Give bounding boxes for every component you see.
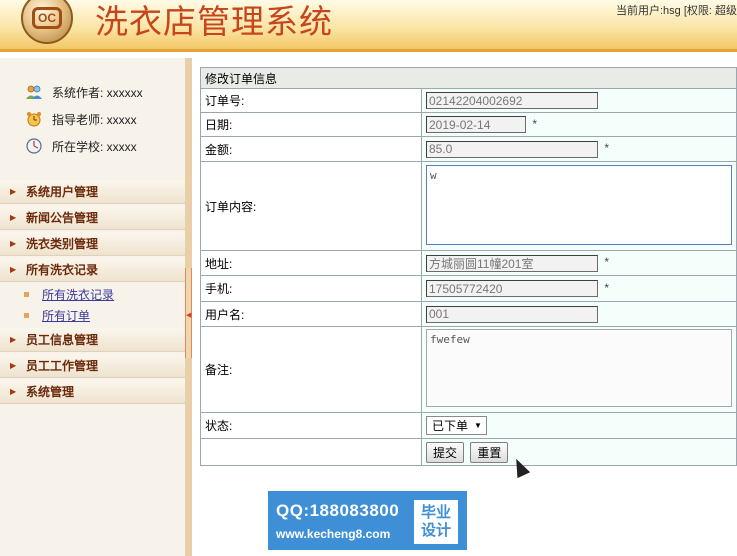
user-group-icon: [25, 83, 43, 101]
date-label: 日期:: [200, 112, 422, 137]
menu-arrow-icon: ▶: [10, 387, 17, 396]
app-title: 洗衣店管理系统: [95, 2, 333, 41]
menu-news[interactable]: ▶ 新闻公告管理: [0, 206, 185, 230]
remark-label: 备注:: [200, 326, 422, 413]
phone-input[interactable]: [426, 280, 598, 297]
menu-label: 所有洗衣记录: [26, 263, 99, 277]
username-input[interactable]: [426, 305, 598, 323]
current-user-info: 当前用户:hsg [权限: 超级: [615, 5, 737, 17]
menu-laundry-records[interactable]: ▶ 所有洗衣记录: [0, 258, 185, 282]
school-label: 所在学校: xxxxx: [52, 139, 137, 154]
author-info: 系统作者: xxxxxx: [25, 82, 143, 102]
menu-arrow-icon: ▶: [10, 265, 17, 274]
teacher-info: 指导老师: xxxxx: [25, 109, 137, 129]
order-no-cell: [421, 88, 737, 113]
bullet-icon: [24, 312, 29, 318]
watermark-badge: 毕业 设计: [414, 500, 458, 544]
menu-label: 新闻公告管理: [26, 211, 99, 225]
amount-input[interactable]: [426, 140, 598, 158]
menu-label: 员工信息管理: [26, 333, 99, 347]
form-caption: 修改订单信息: [200, 67, 737, 89]
menu-label: 系统管理: [26, 385, 75, 399]
watermark: QQ:188083800 www.kecheng8.com 毕业 设计: [268, 491, 467, 550]
phone-cell: *: [421, 275, 737, 302]
status-select[interactable]: 已下单 ▼: [426, 416, 487, 435]
submenu-all-orders[interactable]: 所有订单: [24, 305, 90, 325]
order-no-label: 订单号:: [200, 88, 422, 113]
watermark-qq: QQ:188083800: [276, 501, 400, 520]
alarm-clock-icon: [25, 110, 43, 128]
status-selected-value: 已下单: [432, 419, 469, 433]
teacher-label: 指导老师: xxxxx: [52, 112, 137, 127]
status-label: 状态:: [200, 412, 422, 439]
actions-cell: 提交 重置: [421, 438, 737, 466]
menu-arrow-icon: ▶: [10, 213, 17, 222]
remark-textarea[interactable]: fwefew: [426, 329, 732, 407]
submenu-link[interactable]: 所有洗衣记录: [42, 286, 114, 303]
date-cell: *: [421, 112, 737, 137]
menu-arrow-icon: ▶: [10, 361, 17, 370]
content-cell: w: [421, 161, 737, 251]
edit-order-form: 修改订单信息 订单号: 日期: * 金额: * 订单内容: w 地址: *: [200, 67, 737, 466]
required-mark: *: [604, 280, 610, 295]
amount-cell: *: [421, 136, 737, 162]
submenu-link[interactable]: 所有订单: [42, 307, 90, 324]
menu-arrow-icon: ▶: [10, 335, 17, 344]
school-info: 所在学校: xxxxx: [25, 136, 137, 156]
menu-arrow-icon: ▶: [10, 187, 17, 196]
menu-system-management[interactable]: ▶ 系统管理: [0, 380, 185, 404]
amount-label: 金额:: [200, 136, 422, 162]
required-mark: *: [604, 141, 610, 156]
watermark-badge-line1: 毕业: [420, 504, 451, 521]
menu-employee-work[interactable]: ▶ 员工工作管理: [0, 354, 185, 378]
menu-label: 系统用户管理: [26, 185, 99, 199]
status-cell: 已下单 ▼: [421, 412, 737, 439]
submit-button[interactable]: 提交: [426, 441, 465, 463]
actions-label-cell: [200, 438, 422, 466]
date-input[interactable]: [426, 116, 526, 133]
phone-label: 手机:: [200, 275, 422, 302]
header-banner: OC 洗衣店管理系统 当前用户:hsg [权限: 超级: [0, 0, 737, 52]
order-no-input[interactable]: [426, 92, 598, 109]
address-label: 地址:: [200, 250, 422, 276]
collapse-arrow-icon[interactable]: ◀: [186, 312, 191, 320]
menu-label: 员工工作管理: [26, 359, 99, 373]
app-logo: OC: [21, 0, 73, 44]
address-input[interactable]: [426, 254, 598, 272]
menu-laundry-categories[interactable]: ▶ 洗衣类别管理: [0, 232, 185, 256]
menu-label: 洗衣类别管理: [26, 237, 99, 251]
logo-mark: OC: [32, 7, 62, 29]
content-textarea[interactable]: w: [426, 164, 732, 245]
menu-system-users[interactable]: ▶ 系统用户管理: [0, 180, 185, 204]
author-label: 系统作者: xxxxxx: [52, 85, 143, 100]
chevron-down-icon: ▼: [474, 421, 482, 430]
reset-button[interactable]: 重置: [470, 441, 509, 463]
submenu-all-records[interactable]: 所有洗衣记录: [24, 284, 114, 304]
address-cell: *: [421, 250, 737, 276]
watermark-badge-line2: 设计: [420, 522, 451, 539]
clock-icon: [25, 137, 43, 155]
required-mark: *: [604, 255, 610, 270]
menu-arrow-icon: ▶: [10, 239, 17, 248]
username-cell: [421, 301, 737, 327]
menu-employee-info[interactable]: ▶ 员工信息管理: [0, 328, 185, 352]
watermark-url: www.kecheng8.com: [276, 527, 391, 541]
username-label: 用户名:: [200, 301, 422, 327]
required-mark: *: [532, 116, 538, 131]
bullet-icon: [24, 291, 29, 297]
content-label: 订单内容:: [200, 161, 422, 251]
remark-cell: fwefew: [421, 326, 737, 413]
